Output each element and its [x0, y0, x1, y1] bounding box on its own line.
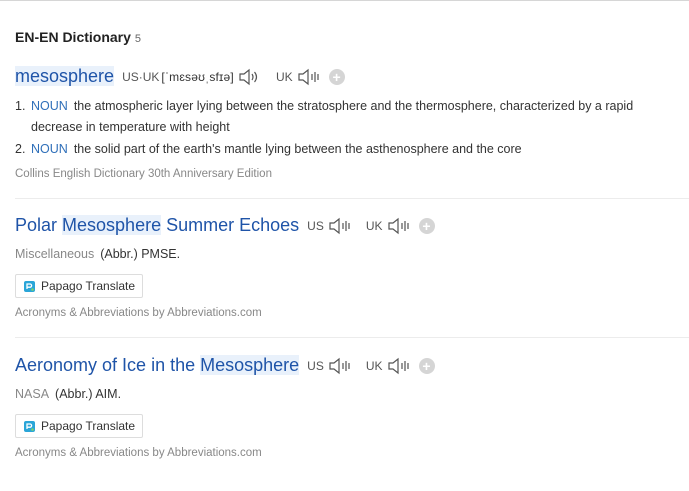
sense-item: 2. NOUN the solid part of the earth's man…: [15, 139, 677, 160]
speaker-icon[interactable]: [387, 357, 411, 375]
dictionary-entry: Polar Mesosphere Summer Echoes US UK + M…: [15, 215, 689, 319]
entry-divider: [15, 198, 689, 199]
headword-link[interactable]: Polar Mesosphere Summer Echoes: [15, 215, 299, 236]
headword-highlight[interactable]: Mesosphere: [62, 215, 162, 235]
pron-label-us-uk: US·UK: [122, 69, 160, 84]
headword-text[interactable]: mesosphere: [15, 66, 115, 86]
sense-item: 1. NOUN the atmospheric layer lying betwe…: [15, 96, 677, 138]
part-of-speech: NOUN: [31, 142, 68, 156]
speaker-icon[interactable]: [387, 217, 411, 235]
headword-part[interactable]: Summer Echoes: [161, 215, 299, 235]
papago-label: Papago Translate: [41, 419, 136, 433]
entry-source: Acronyms & Abbreviations by Abbreviation…: [15, 447, 262, 459]
entry-divider: [15, 337, 689, 338]
add-icon[interactable]: +: [418, 217, 435, 234]
dictionary-entry: Aeronomy of Ice in the Mesosphere US UK …: [15, 355, 689, 459]
sense-definition: the solid part of the earth's mantle lyi…: [73, 142, 522, 156]
papago-icon: [24, 280, 35, 292]
top-divider: [0, 0, 689, 1]
add-icon[interactable]: +: [418, 357, 435, 374]
result-count: 5: [134, 33, 142, 45]
papago-translate-button[interactable]: Papago Translate: [15, 274, 143, 298]
add-icon[interactable]: +: [328, 68, 345, 85]
pron-label-us: US: [307, 218, 324, 233]
abbreviation-line: Miscellaneous (Abbr.) PMSE.: [15, 247, 180, 261]
speaker-icon[interactable]: [328, 217, 352, 235]
sense-definition: the atmospheric layer lying between the …: [31, 99, 634, 134]
category-label: Miscellaneous: [15, 247, 95, 261]
headword-highlight[interactable]: Mesosphere: [200, 355, 300, 375]
papago-translate-button[interactable]: Papago Translate: [15, 414, 143, 438]
speaker-icon[interactable]: [328, 357, 352, 375]
pron-label-uk: UK: [365, 358, 383, 373]
headword-part[interactable]: Polar: [15, 215, 62, 235]
part-of-speech: NOUN: [31, 99, 68, 113]
section-title-text: EN-EN Dictionary: [15, 29, 131, 45]
headword-part[interactable]: Aeronomy of Ice in the: [15, 355, 200, 375]
sense-number: 2.: [15, 142, 26, 156]
section-title: EN-EN Dictionary 5: [15, 29, 141, 45]
speaker-icon[interactable]: [297, 68, 321, 86]
entry-source: Collins English Dictionary 30th Annivers…: [15, 168, 272, 180]
pron-label-us: US: [307, 358, 324, 373]
papago-label: Papago Translate: [41, 279, 136, 293]
abbreviation-line: NASA (Abbr.) AIM.: [15, 387, 121, 401]
category-label: NASA: [15, 387, 50, 401]
headword-link[interactable]: Aeronomy of Ice in the Mesosphere: [15, 355, 300, 376]
phonetic-transcription: [ˈmɛsəʊˌsfɪə]: [161, 69, 234, 84]
abbreviation-text: (Abbr.) PMSE.: [100, 247, 181, 261]
pron-label-uk: UK: [275, 69, 293, 84]
speaker-icon[interactable]: [238, 68, 262, 86]
dictionary-entry: mesosphere US·UK [ˈmɛsəʊˌsfɪə] UK + 1. N…: [15, 66, 689, 180]
headword-link[interactable]: mesosphere: [15, 66, 115, 87]
abbreviation-text: (Abbr.) AIM.: [55, 387, 122, 401]
entry-source: Acronyms & Abbreviations by Abbreviation…: [15, 307, 262, 319]
sense-number: 1.: [15, 99, 26, 113]
pron-label-uk: UK: [365, 218, 383, 233]
papago-icon: [24, 420, 35, 432]
